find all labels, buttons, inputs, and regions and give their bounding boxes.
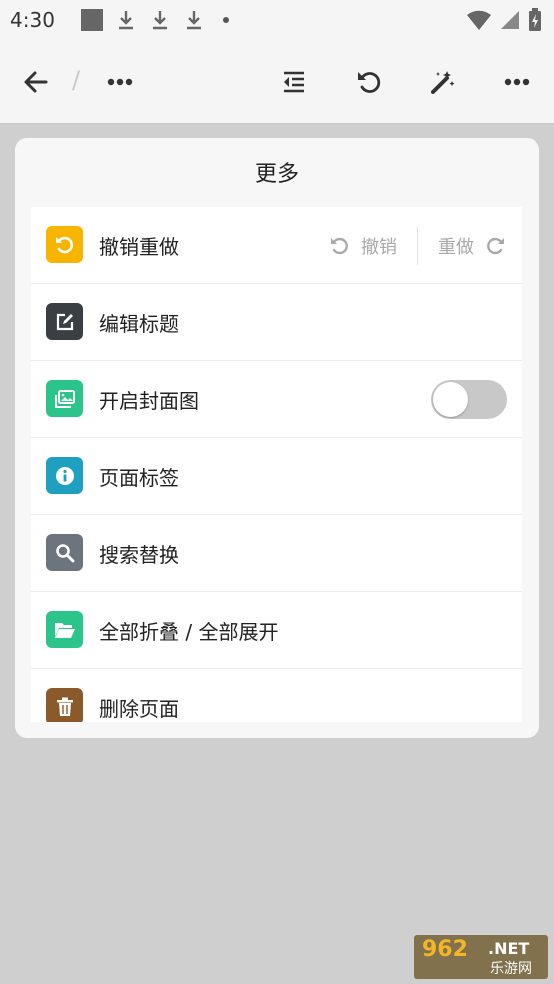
toggle-knob bbox=[433, 382, 468, 417]
undo-button[interactable]: 撤销 bbox=[329, 233, 397, 259]
indent-icon bbox=[284, 71, 304, 93]
edit-title-label: 编辑标题 bbox=[99, 311, 179, 336]
undo-toolbar-button[interactable] bbox=[349, 62, 389, 102]
status-time: 4:30 bbox=[10, 8, 55, 32]
page-tags-label: 页面标签 bbox=[99, 465, 179, 490]
folder-open-icon bbox=[54, 622, 75, 638]
delete-page-label: 删除页面 bbox=[99, 696, 179, 721]
more-panel: 更多 撤销重做 撤销 重做 编辑标题 开启封面图 页面标签 搜索替换 全部折叠 … bbox=[15, 138, 539, 738]
breadcrumb-more-button[interactable] bbox=[100, 62, 140, 102]
undo-icon bbox=[55, 236, 73, 253]
watermark-logo: 962 .NET 乐游网 bbox=[414, 935, 548, 979]
redo-icon bbox=[487, 237, 504, 254]
undo-icon bbox=[331, 237, 348, 254]
undo-redo-divider bbox=[417, 226, 418, 265]
edit-icon bbox=[56, 313, 73, 330]
search-replace-row[interactable]: 搜索替换 bbox=[31, 515, 522, 592]
more-horizontal-icon bbox=[504, 78, 530, 86]
undo-redo-label: 撤销重做 bbox=[99, 234, 179, 259]
edit-title-row[interactable]: 编辑标题 bbox=[31, 284, 522, 361]
wifi-icon bbox=[467, 10, 491, 31]
trash-icon bbox=[56, 697, 73, 716]
edit-row-icon bbox=[46, 303, 83, 340]
undo-redo-row: 撤销重做 撤销 重做 bbox=[31, 207, 522, 284]
back-button[interactable] bbox=[16, 62, 56, 102]
collapse-expand-row[interactable]: 全部折叠 / 全部展开 bbox=[31, 592, 522, 669]
tags-row-icon bbox=[46, 457, 83, 494]
search-row-icon bbox=[46, 534, 83, 571]
redo-label: 重做 bbox=[438, 236, 474, 258]
search-replace-label: 搜索替换 bbox=[99, 542, 179, 567]
more-options-list: 撤销重做 撤销 重做 编辑标题 开启封面图 页面标签 搜索替换 全部折叠 / 全… bbox=[31, 207, 522, 722]
notification-dot-icon bbox=[222, 17, 229, 23]
collapse-expand-label: 全部折叠 / 全部展开 bbox=[99, 619, 279, 644]
cover-image-row: 开启封面图 bbox=[31, 361, 522, 438]
outline-button[interactable] bbox=[274, 62, 314, 102]
battery-charging-icon bbox=[529, 8, 541, 31]
delete-page-row[interactable]: 删除页面 bbox=[31, 669, 522, 722]
breadcrumb-separator: / bbox=[72, 66, 81, 94]
more-horizontal-icon bbox=[107, 78, 133, 86]
download-icon bbox=[118, 11, 133, 30]
watermark-cn: 乐游网 bbox=[490, 961, 532, 977]
download-icon bbox=[152, 11, 167, 30]
signal-icon bbox=[501, 11, 519, 29]
image-icon bbox=[54, 389, 75, 408]
folder-row-icon bbox=[46, 611, 83, 648]
cover-image-label: 开启封面图 bbox=[99, 388, 199, 413]
redo-button[interactable]: 重做 bbox=[438, 233, 506, 259]
top-toolbar: / bbox=[0, 40, 554, 124]
watermark-brand: 962 bbox=[422, 937, 468, 962]
arrow-left-icon bbox=[24, 71, 48, 93]
trash-row-icon bbox=[46, 688, 83, 722]
undo-icon bbox=[358, 72, 381, 93]
panel-title: 更多 bbox=[254, 162, 299, 187]
cover-row-icon bbox=[46, 380, 83, 417]
more-menu-button[interactable] bbox=[497, 62, 537, 102]
cover-image-toggle[interactable] bbox=[431, 380, 507, 419]
undo-label: 撤销 bbox=[361, 236, 397, 258]
notification-square-icon bbox=[80, 9, 103, 31]
page-tags-row[interactable]: 页面标签 bbox=[31, 438, 522, 515]
undo-row-icon bbox=[46, 226, 83, 263]
download-icon bbox=[186, 11, 201, 30]
magic-button[interactable] bbox=[423, 62, 463, 102]
status-bar: 4:30 bbox=[0, 0, 554, 40]
watermark-net: .NET bbox=[488, 939, 530, 958]
search-icon bbox=[55, 543, 74, 562]
magic-wand-icon bbox=[431, 71, 455, 94]
info-icon bbox=[55, 466, 74, 485]
undo-redo-controls: 撤销 重做 bbox=[329, 207, 506, 284]
